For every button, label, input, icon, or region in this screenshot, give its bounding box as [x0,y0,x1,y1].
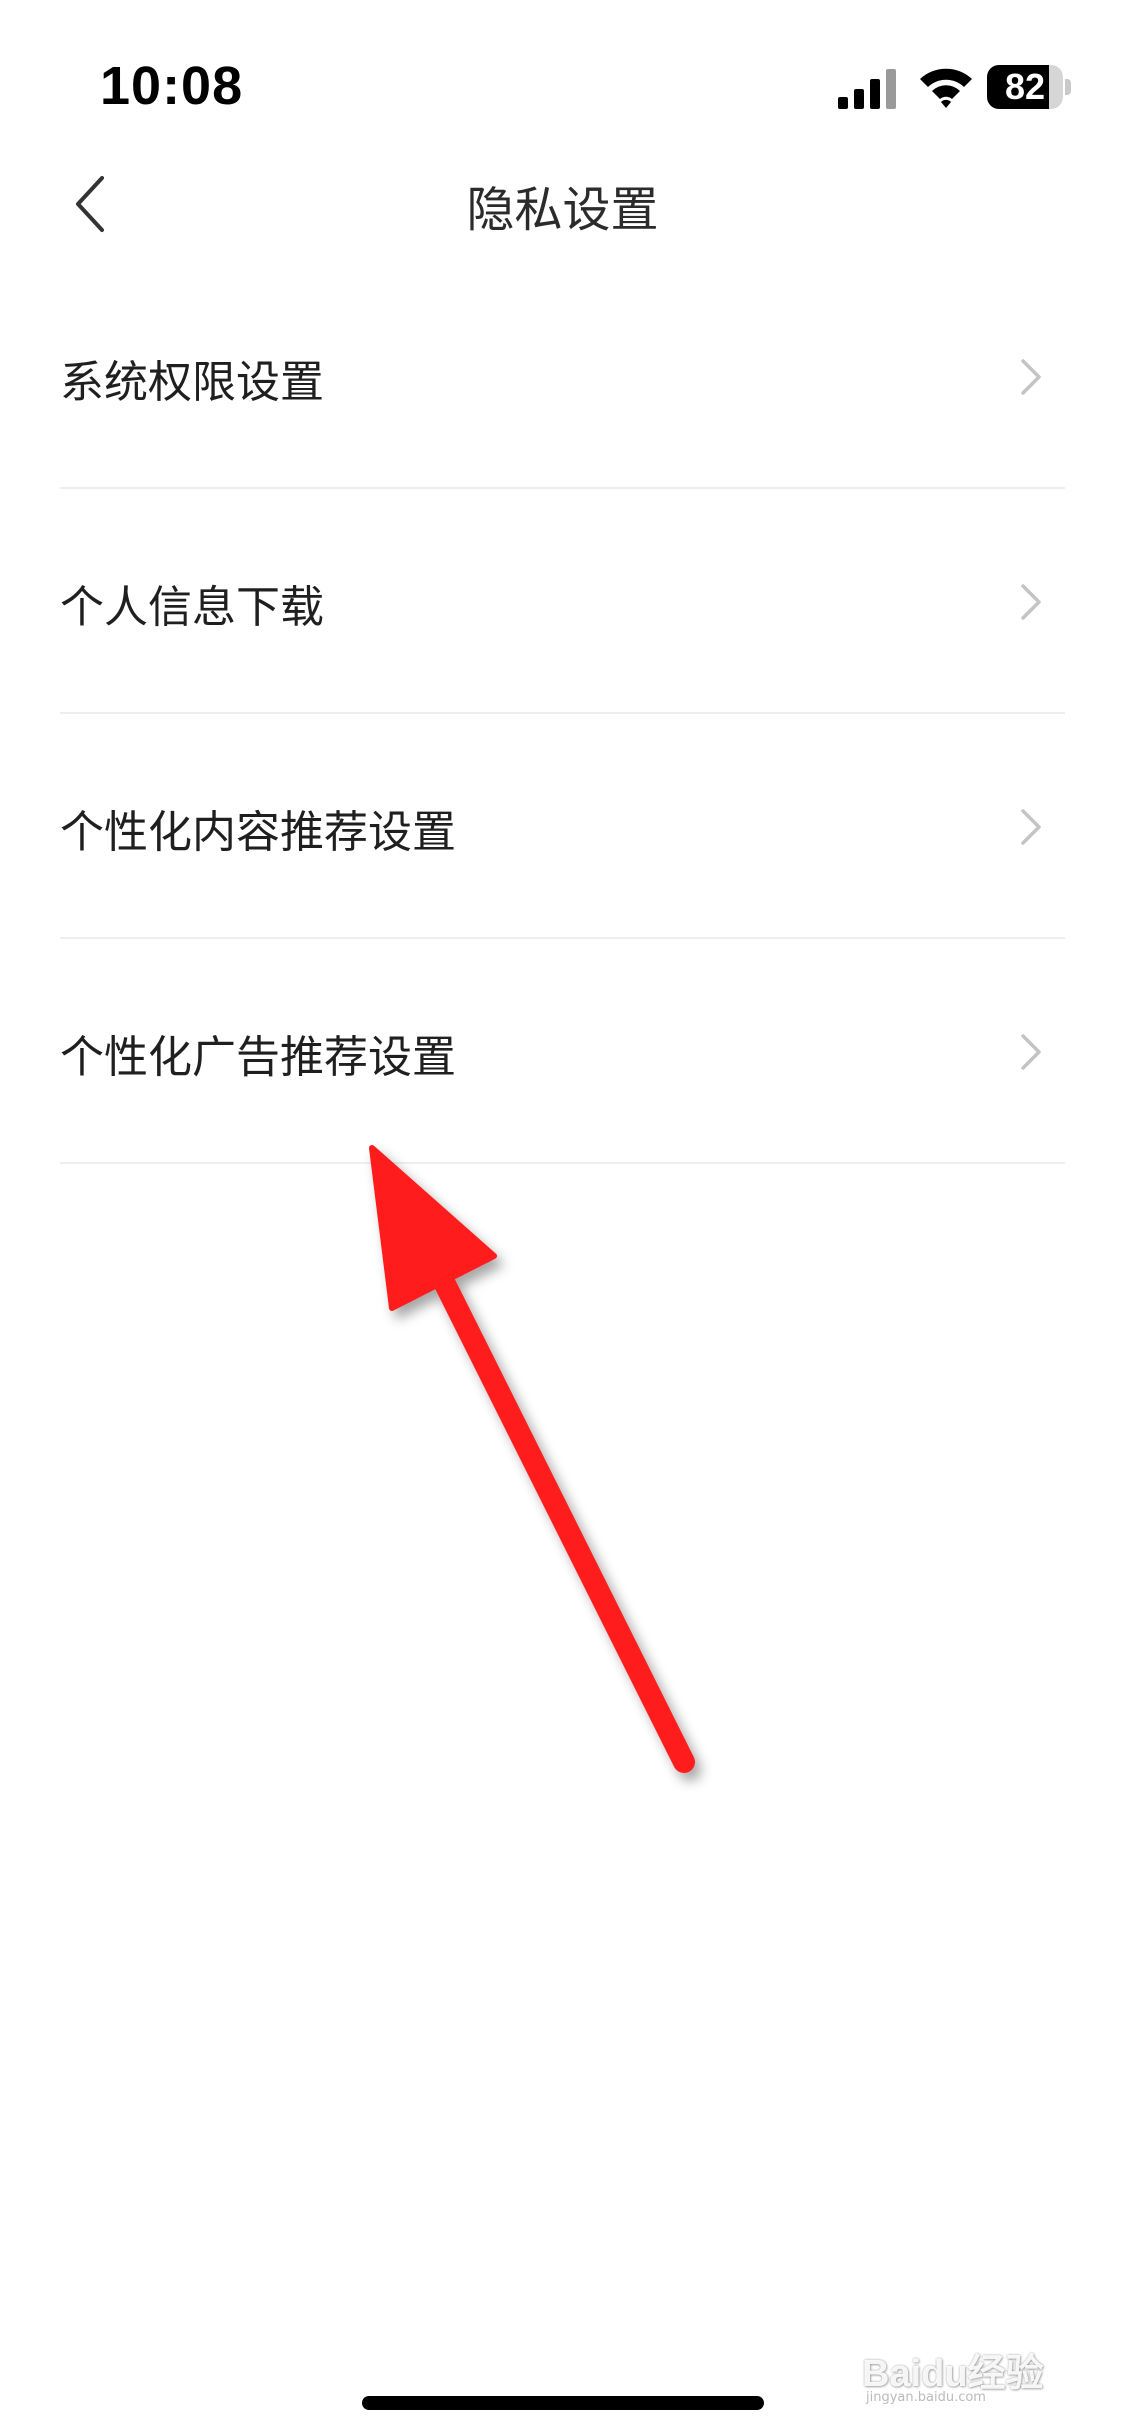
settings-list: 系统权限设置 个人信息下载 个性化内容推荐设置 个性化广告推荐设置 [0,264,1125,1164]
page-title: 隐私设置 [466,182,659,238]
battery-body: 82 [987,65,1063,109]
list-item-personal-info-download[interactable]: 个人信息下载 [60,489,1065,714]
wifi-icon [920,68,972,108]
chevron-right-icon [1021,1034,1041,1070]
battery-icon: 82 [987,65,1071,109]
list-item-label: 系统权限设置 [60,357,324,408]
chevron-right-icon [1021,584,1041,620]
signal-icon [838,69,896,109]
chevron-right-icon [1021,809,1041,845]
list-item-label: 个人信息下载 [60,582,324,633]
status-bar: 10:08 82 [0,0,1125,160]
watermark-text: Baidu经验 [862,2353,1044,2395]
battery-level: 82 [1004,66,1046,107]
battery-tip [1065,79,1071,95]
nav-bar: 隐私设置 [0,150,1125,250]
list-item-personalized-ads[interactable]: 个性化广告推荐设置 [60,939,1065,1164]
watermark-subtext: jingyan.baidu.com [866,2390,986,2405]
list-item-label: 个性化广告推荐设置 [60,1032,456,1083]
baidu-watermark: Baidu经验 jingyan.baidu.com [862,2318,1082,2408]
list-item-system-permissions[interactable]: 系统权限设置 [60,264,1065,489]
chevron-right-icon [1021,359,1041,395]
status-time: 10:08 [100,56,244,116]
list-item-label: 个性化内容推荐设置 [60,807,456,858]
home-indicator[interactable] [362,2396,764,2410]
list-item-personalized-content[interactable]: 个性化内容推荐设置 [60,714,1065,939]
